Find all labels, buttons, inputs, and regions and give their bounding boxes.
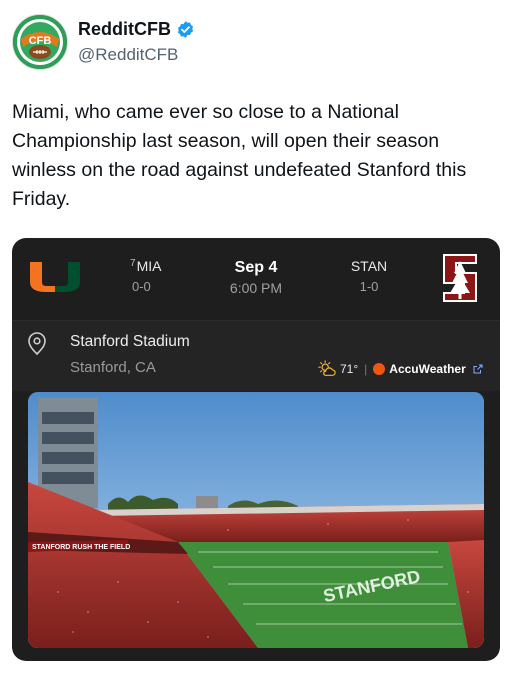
stand-banner-text: STANFORD RUSH THE FIELD	[32, 544, 130, 551]
away-team-record: 0-0	[132, 279, 151, 294]
partly-sunny-icon	[318, 360, 336, 376]
home-team-record: 1-0	[359, 279, 379, 294]
accuweather-logo-icon	[373, 363, 386, 375]
stadium-image: STANFORD STANFORD RUSH THE FIELD	[28, 392, 484, 648]
avatar[interactable]: CFB	[12, 14, 68, 70]
weather-separator: |	[364, 362, 368, 376]
display-name[interactable]: RedditCFB	[78, 19, 171, 40]
away-team-rank: 7	[130, 258, 136, 269]
handle[interactable]: @RedditCFB	[78, 45, 178, 65]
home-team-abbr: STAN	[350, 258, 388, 274]
away-team-name: MIA	[136, 258, 162, 274]
venue-section[interactable]: Stanford Stadium Stanford, CA 71° | Accu…	[12, 321, 500, 391]
venue-name: Stanford Stadium	[70, 333, 190, 350]
verified-badge-icon	[177, 21, 194, 38]
external-link-icon[interactable]	[473, 364, 483, 374]
cfb-logo-icon: CFB	[13, 15, 67, 69]
venue-city: Stanford, CA	[70, 359, 156, 376]
tweet-header: CFB RedditCFB @RedditCFB	[12, 14, 492, 70]
game-date: Sep 4	[234, 259, 278, 276]
temperature: 71°	[340, 362, 359, 376]
location-pin-icon	[28, 332, 46, 356]
miami-logo-icon	[30, 262, 80, 292]
weather-provider[interactable]: AccuWeather	[389, 362, 465, 376]
avatar-text: CFB	[29, 35, 52, 47]
tweet-text: Miami, who came ever so close to a Natio…	[12, 101, 467, 210]
weather-widget[interactable]: 71° | AccuWeather	[318, 360, 483, 378]
game-time: 6:00 PM	[229, 280, 283, 296]
away-team-abbr: 7MIA	[130, 258, 161, 274]
game-card[interactable]: 7MIA 0-0 Sep 4 6:00 PM STAN 1-0 Stanford…	[12, 238, 500, 661]
stadium-photo[interactable]: STANFORD STANFORD RUSH THE FIELD	[28, 392, 484, 648]
stanford-logo-icon	[443, 254, 477, 302]
